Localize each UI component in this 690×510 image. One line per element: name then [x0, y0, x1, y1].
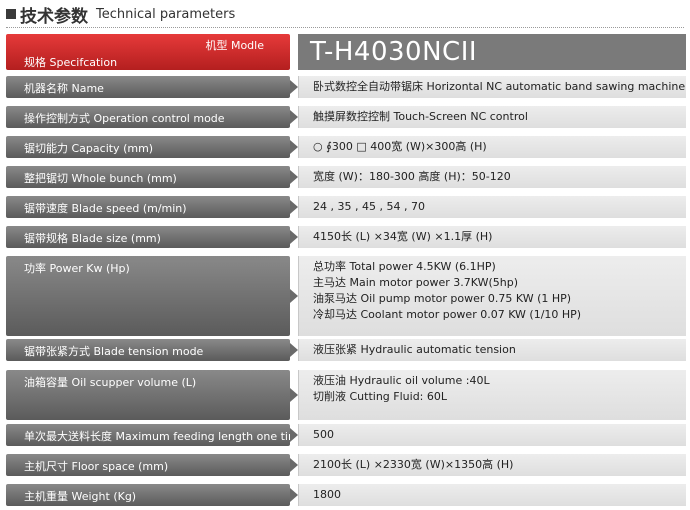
row-value-cell: 液压油 Hydraulic oil volume :40L 切削液 Cutting…: [298, 370, 686, 420]
row-label-cell: 机器名称 Name: [6, 76, 298, 98]
row-label-cell: 锯带速度 Blade speed (m/min): [6, 196, 298, 218]
model-value-cell: T-H4030NCII: [298, 34, 686, 70]
row-label: 锯带张紧方式 Blade tension mode: [24, 345, 204, 358]
arrow-right-icon: [290, 170, 298, 184]
row-value-cell: 2100长 (L) ×2330宽 (W)×1350高 (H): [298, 454, 686, 476]
row-value-cell: 500: [298, 424, 686, 446]
row-value-line: 2100长 (L) ×2330宽 (W)×1350高 (H): [313, 458, 514, 471]
row-value-line: 主马达 Main motor power 3.7KW(5hp): [313, 276, 518, 289]
row-label-cell: 锯带规格 Blade size (mm): [6, 226, 298, 248]
row-label: 主机重量 Weight (Kg): [24, 490, 137, 503]
row-value-line: 总功率 Total power 4.5KW (6.1HP): [313, 260, 496, 273]
row-value-line: 冷却马达 Coolant motor power 0.07 KW (1/10 H…: [313, 308, 582, 321]
model-label: 机型 Modle: [205, 39, 264, 52]
row-label-cell: 操作控制方式 Operation control mode: [6, 106, 298, 128]
table-row: 油箱容量 Oil scupper volume (L) 液压油 Hydraulic…: [6, 370, 686, 420]
row-value-line: 触摸屏数控控制 Touch-Screen NC control: [313, 110, 528, 123]
row-value-cell: 液压张紧 Hydraulic automatic tension: [298, 339, 686, 361]
row-label-cell: 整把锯切 Whole bunch (mm): [6, 166, 298, 188]
table-row: 主机重量 Weight (Kg) 1800: [6, 484, 686, 506]
table-row: 锯带规格 Blade size (mm) 4150长 (L) ×34宽 (W) ×…: [6, 226, 686, 248]
table-row: 锯带速度 Blade speed (m/min) 24 , 35 , 45 , 5…: [6, 196, 686, 218]
arrow-right-icon: [290, 80, 298, 94]
header-label-cell: 机型 Modle 规格 Specifcation: [6, 34, 290, 70]
title-cn: 技术参数: [20, 6, 88, 27]
arrow-right-icon: [290, 488, 298, 502]
row-value-cell: 4150长 (L) ×34宽 (W) ×1.1厚 (H): [298, 226, 686, 248]
row-value-line: 500: [313, 428, 334, 441]
section-title: 技术参数 Technical parameters: [6, 4, 236, 27]
arrow-right-icon: [290, 388, 298, 402]
arrow-right-icon: [290, 458, 298, 472]
row-label: 锯切能力 Capacity (mm): [24, 142, 154, 155]
arrow-right-icon: [290, 230, 298, 244]
arrow-right-icon: [290, 140, 298, 154]
table-row: 操作控制方式 Operation control mode 触摸屏数控控制 Tou…: [6, 106, 686, 128]
row-label: 锯带规格 Blade size (mm): [24, 232, 161, 245]
table-row: 单次最大送料长度 Maximum feeding length one time…: [6, 424, 686, 446]
table-row: 机器名称 Name 卧式数控全自动带锯床 Horizontal NC automa…: [6, 76, 686, 98]
row-label-cell: 锯切能力 Capacity (mm): [6, 136, 298, 158]
row-value-line: 油泵马达 Oil pump motor power 0.75 KW (1 HP): [313, 292, 572, 305]
arrow-right-icon: [290, 343, 298, 357]
row-label-cell: 锯带张紧方式 Blade tension mode: [6, 339, 298, 361]
row-label: 油箱容量 Oil scupper volume (L): [24, 376, 197, 389]
arrow-right-icon: [290, 200, 298, 214]
row-label-cell: 主机重量 Weight (Kg): [6, 484, 298, 506]
dotted-divider: [6, 27, 684, 28]
table-row: 功率 Power Kw (Hp) 总功率 Total power 4.5KW (6…: [6, 256, 686, 336]
model-name: T-H4030NCII: [310, 37, 478, 67]
row-value-line: 24 , 35 , 45 , 54 , 70: [313, 200, 425, 213]
row-value-cell: 触摸屏数控控制 Touch-Screen NC control: [298, 106, 686, 128]
row-value-line: 4150长 (L) ×34宽 (W) ×1.1厚 (H): [313, 230, 493, 243]
table-row: 锯带张紧方式 Blade tension mode 液压张紧 Hydraulic …: [6, 339, 686, 361]
row-value-line: 1800: [313, 488, 341, 501]
arrow-right-icon: [290, 428, 298, 442]
row-value-line: 切削液 Cutting Fluid: 60L: [313, 390, 448, 403]
arrow-right-icon: [290, 110, 298, 124]
row-label: 操作控制方式 Operation control mode: [24, 112, 225, 125]
row-label: 整把锯切 Whole bunch (mm): [24, 172, 177, 185]
row-label: 机器名称 Name: [24, 82, 104, 95]
header-row: 机型 Modle 规格 Specifcation T-H4030NCII: [6, 34, 686, 70]
arrow-right-icon: [290, 289, 298, 303]
row-label-cell: 主机尺寸 Floor space (mm): [6, 454, 298, 476]
table-row: 锯切能力 Capacity (mm) ○ ∮300 □ 400宽 (W)×300高…: [6, 136, 686, 158]
row-value-line: 宽度 (W)：180-300 高度 (H)：50-120: [313, 170, 511, 183]
row-label: 锯带速度 Blade speed (m/min): [24, 202, 187, 215]
row-value-line: 卧式数控全自动带锯床 Horizontal NC automatic band …: [313, 80, 686, 93]
row-label-cell: 功率 Power Kw (Hp): [6, 256, 298, 336]
row-value-cell: 总功率 Total power 4.5KW (6.1HP) 主马达 Main mo…: [298, 256, 686, 336]
row-value-line: 液压张紧 Hydraulic automatic tension: [313, 343, 516, 356]
row-value-cell: 24 , 35 , 45 , 54 , 70: [298, 196, 686, 218]
row-value-line: 液压油 Hydraulic oil volume :40L: [313, 374, 490, 387]
table-row: 整把锯切 Whole bunch (mm) 宽度 (W)：180-300 高度 (…: [6, 166, 686, 188]
row-value-cell: 1800: [298, 484, 686, 506]
row-label-cell: 油箱容量 Oil scupper volume (L): [6, 370, 298, 420]
row-label: 功率 Power Kw (Hp): [24, 262, 130, 275]
row-value-cell: ○ ∮300 □ 400宽 (W)×300高 (H): [298, 136, 686, 158]
title-en: Technical parameters: [96, 6, 236, 22]
row-label: 主机尺寸 Floor space (mm): [24, 460, 169, 473]
row-label-cell: 单次最大送料长度 Maximum feeding length one time…: [6, 424, 339, 446]
square-bullet-icon: [6, 9, 16, 19]
spec-label: 规格 Specifcation: [24, 56, 118, 69]
row-value-cell: 卧式数控全自动带锯床 Horizontal NC automatic band …: [298, 76, 686, 98]
table-row: 主机尺寸 Floor space (mm) 2100长 (L) ×2330宽 (W…: [6, 454, 686, 476]
row-value-cell: 宽度 (W)：180-300 高度 (H)：50-120: [298, 166, 686, 188]
row-value-line: ○ ∮300 □ 400宽 (W)×300高 (H): [313, 140, 487, 153]
